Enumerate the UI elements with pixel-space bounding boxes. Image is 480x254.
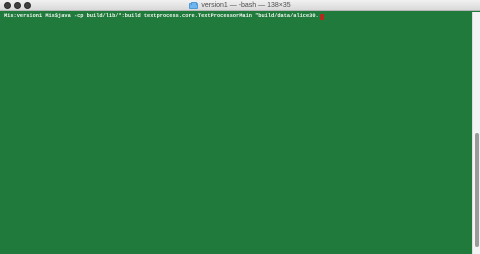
zoom-icon[interactable]: [24, 2, 31, 9]
command-line[interactable]: Mis:version1 Mis$ java -cp build/lib/*:b…: [4, 13, 468, 20]
terminal-output-area[interactable]: Mis:version1 Mis$ java -cp build/lib/*:b…: [0, 12, 472, 254]
scrollbar-thumb[interactable]: [475, 133, 479, 247]
close-icon[interactable]: [4, 2, 11, 9]
text-cursor: [319, 13, 324, 20]
minimize-icon[interactable]: [14, 2, 21, 9]
window-titlebar[interactable]: version1 — -bash — 138×35: [0, 0, 480, 11]
folder-icon: [189, 1, 199, 9]
shell-prompt: Mis:version1 Mis$: [4, 13, 59, 19]
window-title: version1 — -bash — 138×35: [201, 2, 291, 9]
terminal-window: version1 — -bash — 138×35 Mis:version1 M…: [0, 0, 480, 254]
window-title-group: version1 — -bash — 138×35: [0, 0, 480, 11]
vertical-scrollbar[interactable]: [472, 12, 480, 254]
command-text[interactable]: java -cp build/lib/*:build textprocess.c…: [58, 13, 319, 20]
